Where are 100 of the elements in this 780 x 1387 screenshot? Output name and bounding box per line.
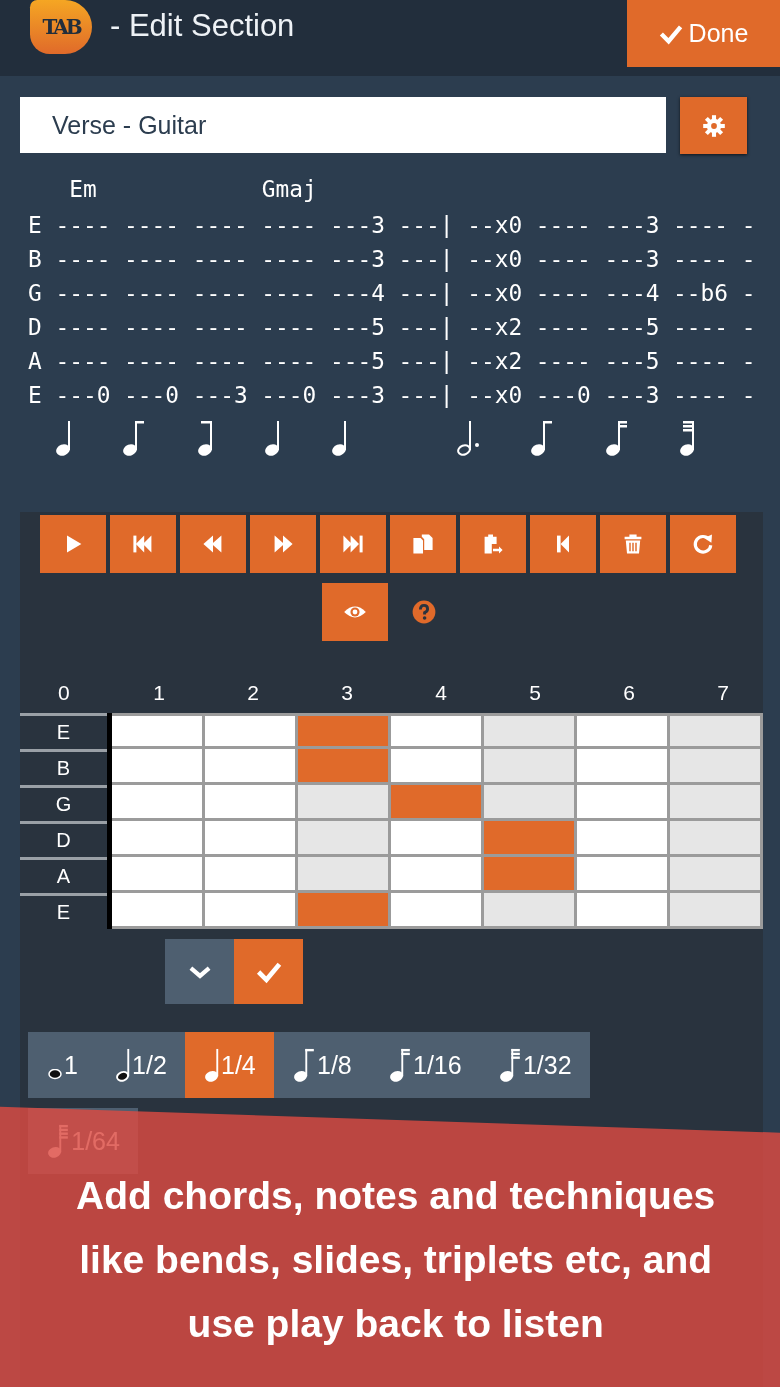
step-back-button[interactable] — [530, 515, 596, 573]
note-icon — [331, 420, 347, 456]
fret-number: 7 — [716, 681, 730, 706]
fret-cell[interactable] — [576, 713, 670, 749]
fret-cell[interactable] — [111, 785, 205, 821]
eye-button[interactable] — [322, 583, 388, 641]
duration-button[interactable]: 1/8 — [273, 1032, 370, 1098]
fret-cell[interactable] — [669, 713, 763, 749]
fret-cell[interactable] — [390, 749, 484, 785]
redo-icon — [691, 532, 715, 556]
note-icon — [197, 420, 213, 456]
fret-cell[interactable] — [576, 785, 670, 821]
fret-number: 3 — [340, 681, 354, 706]
fret-cell[interactable] — [576, 821, 670, 857]
note-icon — [123, 420, 146, 456]
fret-cell[interactable] — [204, 821, 298, 857]
fret-cell[interactable] — [390, 857, 484, 893]
page-title: - Edit Section — [110, 8, 295, 44]
fret-cell[interactable] — [669, 857, 763, 893]
fret-cell[interactable] — [297, 785, 391, 821]
duration-button[interactable]: 1 — [28, 1032, 96, 1098]
play-button[interactable] — [40, 515, 106, 573]
fret-cell[interactable] — [111, 893, 205, 929]
paste-button[interactable] — [460, 515, 526, 573]
collapse-button[interactable] — [165, 939, 234, 1004]
tab-line: D ---- ---- ---- ---- ---5 ---| --x2 ---- ---5 ---- - — [28, 313, 757, 342]
fret-number: 1 — [152, 681, 166, 706]
fret-cell[interactable] — [483, 821, 577, 857]
fret-cell[interactable] — [669, 821, 763, 857]
fret-cell[interactable] — [297, 749, 391, 785]
fret-number: 2 — [246, 681, 260, 706]
fret-cell[interactable] — [669, 893, 763, 929]
redo-button[interactable] — [670, 515, 736, 573]
duration-button[interactable]: 1/4 — [184, 1032, 274, 1098]
fret-cell[interactable] — [204, 893, 298, 929]
section-name-field[interactable]: Verse - Guitar — [20, 97, 666, 153]
help-icon[interactable] — [412, 600, 436, 624]
done-button[interactable]: Done — [627, 0, 780, 67]
fret-cell[interactable] — [204, 857, 298, 893]
fret-cell[interactable] — [390, 893, 484, 929]
note-icon — [389, 1048, 411, 1082]
fret-number: 6 — [622, 681, 636, 706]
fret-cell[interactable] — [297, 857, 391, 893]
note-icon — [680, 420, 695, 456]
fret-cell[interactable] — [483, 785, 577, 821]
note-icon — [264, 420, 280, 456]
app-logo: TAB — [30, 0, 92, 54]
duration-button[interactable]: 1/32 — [479, 1032, 590, 1098]
fret-cell[interactable] — [297, 713, 391, 749]
fret-cell[interactable] — [204, 713, 298, 749]
confirm-button[interactable] — [234, 939, 303, 1004]
fast-forward-button[interactable] — [250, 515, 316, 573]
fret-number: 0 — [57, 681, 71, 706]
copy-button[interactable] — [390, 515, 456, 573]
tab-line: B ---- ---- ---- ---- ---3 ---| --x0 ---- ---3 ---- - — [28, 245, 757, 274]
fret-cell[interactable] — [390, 785, 484, 821]
note-icon — [605, 420, 628, 456]
tab-line: A ---- ---- ---- ---- ---5 ---| --x2 ---- ---5 ---- - — [28, 347, 757, 376]
rewind-button[interactable] — [180, 515, 246, 573]
fret-cell[interactable] — [390, 713, 484, 749]
tab-line: E ---0 ---0 ---3 ---0 ---3 ---| --x0 ---0 ---3 ---- - — [28, 381, 757, 410]
chord-name: Gmaj — [261, 176, 317, 202]
fret-cell[interactable] — [297, 821, 391, 857]
fret-number: 5 — [528, 681, 542, 706]
note-icon — [56, 420, 71, 456]
fret-cell[interactable] — [576, 893, 670, 929]
fret-cell[interactable] — [669, 749, 763, 785]
fret-cell[interactable] — [111, 749, 205, 785]
fret-cell[interactable] — [204, 749, 298, 785]
settings-button[interactable] — [680, 97, 747, 154]
note-icon — [456, 420, 479, 456]
note-icon — [293, 1048, 315, 1082]
note-icon — [48, 1069, 62, 1080]
fret-cell[interactable] — [297, 893, 391, 929]
fret-cell[interactable] — [483, 749, 577, 785]
chord-name: Em — [69, 176, 97, 202]
tab-line: E ---- ---- ---- ---- ---3 ---| --x0 ---- ---3 ---- - — [28, 211, 757, 240]
skip-forward-button[interactable] — [320, 515, 386, 573]
fret-cell[interactable] — [669, 785, 763, 821]
duration-button[interactable]: 1/2 — [95, 1032, 185, 1098]
note-icon — [499, 1048, 521, 1082]
fret-cell[interactable] — [111, 857, 205, 893]
copy-icon — [411, 532, 435, 556]
note-icon — [204, 1048, 219, 1082]
fret-cell[interactable] — [111, 713, 205, 749]
fret-number: 4 — [434, 681, 448, 706]
trash-button[interactable] — [600, 515, 666, 573]
fret-cell[interactable] — [111, 821, 205, 857]
fret-cell[interactable] — [390, 821, 484, 857]
fret-cell[interactable] — [483, 893, 577, 929]
fret-cell[interactable] — [204, 785, 298, 821]
tab-line: G ---- ---- ---- ---- ---4 ---| --x0 ---- ---4 --b6 - — [28, 279, 757, 308]
note-icon — [531, 420, 554, 456]
fret-cell[interactable] — [576, 749, 670, 785]
skip-back-button[interactable] — [110, 515, 176, 573]
fret-cell[interactable] — [576, 857, 670, 893]
fret-cell[interactable] — [483, 857, 577, 893]
fret-cell[interactable] — [483, 713, 577, 749]
note-icon — [115, 1048, 131, 1082]
duration-button[interactable]: 1/16 — [369, 1032, 480, 1098]
